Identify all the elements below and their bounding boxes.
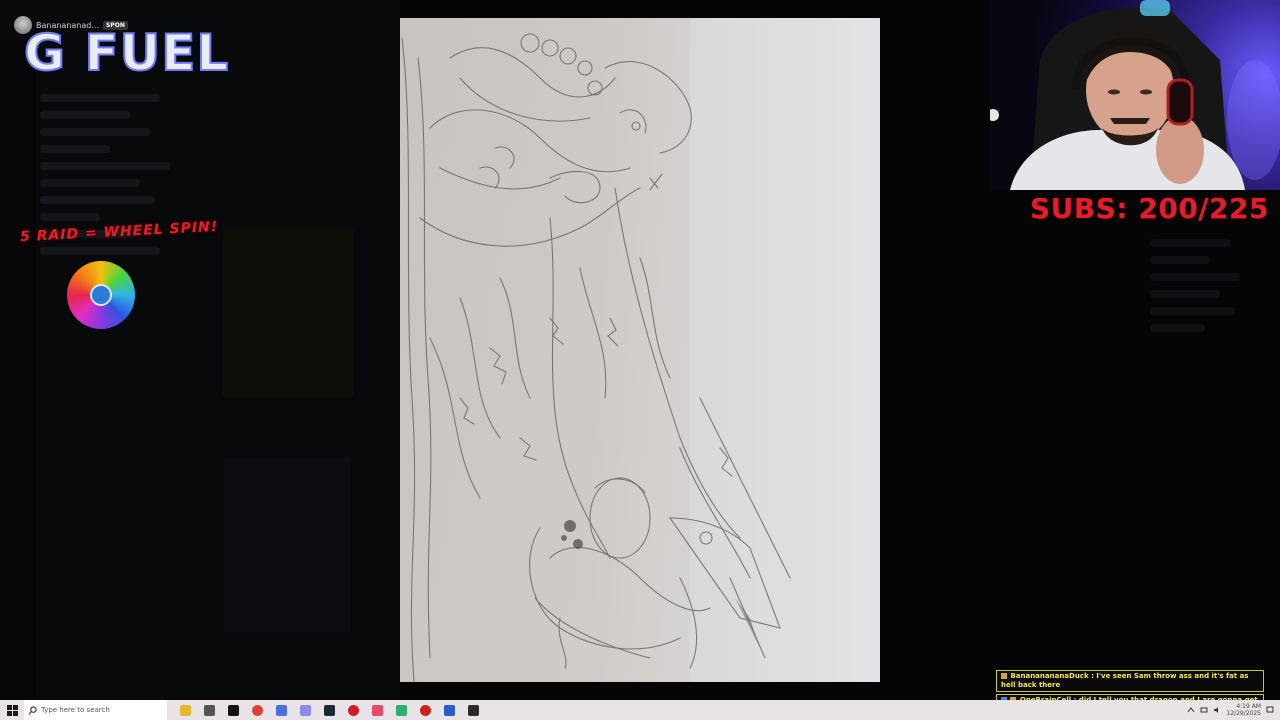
- gfuel-logo: G FUEL: [23, 23, 229, 80]
- background-row: [1150, 273, 1240, 281]
- taskbar-app-button[interactable]: [221, 700, 245, 720]
- steam-icon: [323, 704, 335, 716]
- taskbar-search-box[interactable]: Type here to search: [24, 700, 167, 720]
- background-row: [1150, 239, 1230, 247]
- background-row: [40, 94, 160, 102]
- badge-icon: [1001, 673, 1007, 679]
- search-icon: [28, 705, 37, 714]
- speaker-icon[interactable]: [1213, 706, 1221, 714]
- gfuel-logo-text: G FUEL: [24, 24, 229, 80]
- windows-logo-icon: [6, 704, 18, 716]
- chat-message-text: BanananananaDuck : I've seen Sam throw a…: [1001, 672, 1249, 689]
- background-row: [1150, 256, 1210, 264]
- background-row: [40, 162, 170, 170]
- drawing-paper: [400, 18, 880, 682]
- background-row: [1150, 290, 1220, 298]
- clock-date: 12/29/2025: [1226, 710, 1261, 717]
- cat-app-icon: [203, 704, 215, 716]
- background-row: [40, 111, 130, 119]
- taskbar-app-button[interactable]: [269, 700, 293, 720]
- background-row: [40, 196, 155, 204]
- background-image-card: [222, 228, 354, 398]
- record-icon: [419, 704, 431, 716]
- background-row: [40, 128, 150, 136]
- taskbar-app-button[interactable]: [197, 700, 221, 720]
- taskbar-app-button[interactable]: [317, 700, 341, 720]
- taskbar-app-button[interactable]: [389, 700, 413, 720]
- notification-icon[interactable]: [1266, 706, 1274, 714]
- taskbar-apps: [173, 700, 485, 720]
- start-button[interactable]: [0, 700, 24, 720]
- opera-icon: [347, 704, 359, 716]
- clock[interactable]: 4:19 AM 12/29/2025: [1226, 703, 1261, 717]
- search-placeholder: Type here to search: [41, 706, 110, 714]
- taskbar-app-button[interactable]: [341, 700, 365, 720]
- chrome-icon: [251, 704, 263, 716]
- pin-icon: [371, 704, 383, 716]
- subs-counter: SUBS: 200/225: [1030, 192, 1269, 225]
- background-member-list: [1150, 230, 1260, 341]
- windows-taskbar: Type here to search 4:19 AM 12/29/2025: [0, 700, 1280, 720]
- wheel-hub: [90, 284, 112, 306]
- taskbar-app-button[interactable]: [293, 700, 317, 720]
- pencil-sketch: [401, 33, 791, 682]
- x-app-icon: [227, 704, 239, 716]
- webcam-scene: [990, 0, 1280, 190]
- background-row: [1150, 324, 1205, 332]
- background-row: [40, 179, 140, 187]
- file-explorer-icon: [179, 704, 191, 716]
- webcam-feed: [990, 0, 1280, 190]
- taskbar-app-button[interactable]: [245, 700, 269, 720]
- taskbar-app-button[interactable]: [173, 700, 197, 720]
- network-icon[interactable]: [1200, 706, 1208, 714]
- color-wheel: [67, 261, 135, 329]
- background-panel-card: [224, 458, 350, 632]
- taskbar-app-button[interactable]: [437, 700, 461, 720]
- store-icon: [299, 704, 311, 716]
- taskbar-app-button[interactable]: [365, 700, 389, 720]
- clock-time: 4:19 AM: [1236, 703, 1261, 710]
- background-row: [40, 213, 100, 221]
- browser-icon: [275, 704, 287, 716]
- taskbar-app-button[interactable]: [413, 700, 437, 720]
- background-server-rail: [0, 40, 36, 700]
- background-row: [1150, 307, 1235, 315]
- background-row: [40, 247, 160, 255]
- chat-message: BanananananaDuck : I've seen Sam throw a…: [996, 670, 1264, 692]
- system-tray: 4:19 AM 12/29/2025: [1187, 703, 1280, 717]
- document-icon: [443, 704, 455, 716]
- game-icon: [395, 704, 407, 716]
- background-row: [40, 145, 110, 153]
- terminal-icon: [467, 704, 479, 716]
- taskbar-app-button[interactable]: [461, 700, 485, 720]
- chevron-up-icon[interactable]: [1187, 706, 1195, 714]
